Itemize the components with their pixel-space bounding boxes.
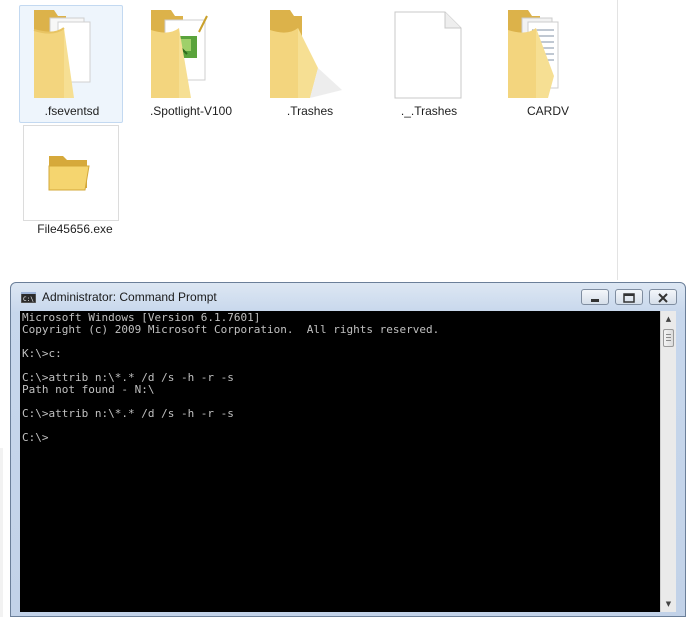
file-item-spotlight[interactable]: .Spotlight-V100: [138, 5, 242, 123]
maximize-button[interactable]: [615, 289, 643, 305]
folder-files-icon: [508, 10, 559, 98]
file-label: .Trashes: [286, 104, 334, 118]
divider: [617, 0, 618, 280]
title-bar[interactable]: C:\ Administrator: Command Prompt: [11, 283, 685, 311]
scrollbar-thumb[interactable]: [663, 329, 674, 347]
console-output-area[interactable]: Microsoft Windows [Version 6.1.7601] Cop…: [20, 311, 676, 612]
scroll-down-icon[interactable]: ▼: [661, 596, 676, 612]
file-item-cardv[interactable]: CARDV: [495, 5, 599, 123]
file-label: ._.Trashes: [400, 104, 458, 118]
file-item-exe[interactable]: File45656.exe: [22, 124, 126, 242]
file-item-fseventsd[interactable]: .fseventsd: [19, 5, 123, 123]
close-icon: [658, 293, 668, 303]
scroll-up-icon[interactable]: ▲: [661, 311, 676, 327]
folder-icon: [270, 10, 342, 98]
folder-image-icon: [151, 10, 208, 98]
minimize-button[interactable]: [581, 289, 609, 305]
file-label: File45656.exe: [37, 222, 113, 236]
file-explorer-view: .fseventsd .Spotlight-V100 .Trashes ._.T…: [0, 0, 686, 280]
close-button[interactable]: [649, 289, 677, 305]
vertical-scrollbar[interactable]: ▲ ▼: [660, 311, 676, 612]
command-prompt-window[interactable]: C:\ Administrator: Command Prompt Micros…: [10, 282, 686, 617]
file-label: .Spotlight-V100: [149, 104, 233, 118]
file-label: CARDV: [526, 104, 569, 118]
folder-documents-icon: [33, 10, 91, 98]
file-item-dot-trashes[interactable]: ._.Trashes: [376, 5, 480, 123]
file-label: .fseventsd: [44, 104, 100, 118]
cmd-icon: C:\: [21, 292, 36, 303]
exe-folder-icon: [48, 156, 90, 191]
minimize-icon: [591, 299, 599, 302]
console-text[interactable]: Microsoft Windows [Version 6.1.7601] Cop…: [22, 312, 658, 610]
file-item-trashes[interactable]: .Trashes: [257, 5, 361, 123]
maximize-icon: [623, 293, 635, 303]
blank-file-icon: [394, 11, 462, 99]
svg-text:C:\: C:\: [23, 296, 34, 303]
window-edge: [0, 448, 3, 617]
window-title: Administrator: Command Prompt: [42, 290, 217, 304]
